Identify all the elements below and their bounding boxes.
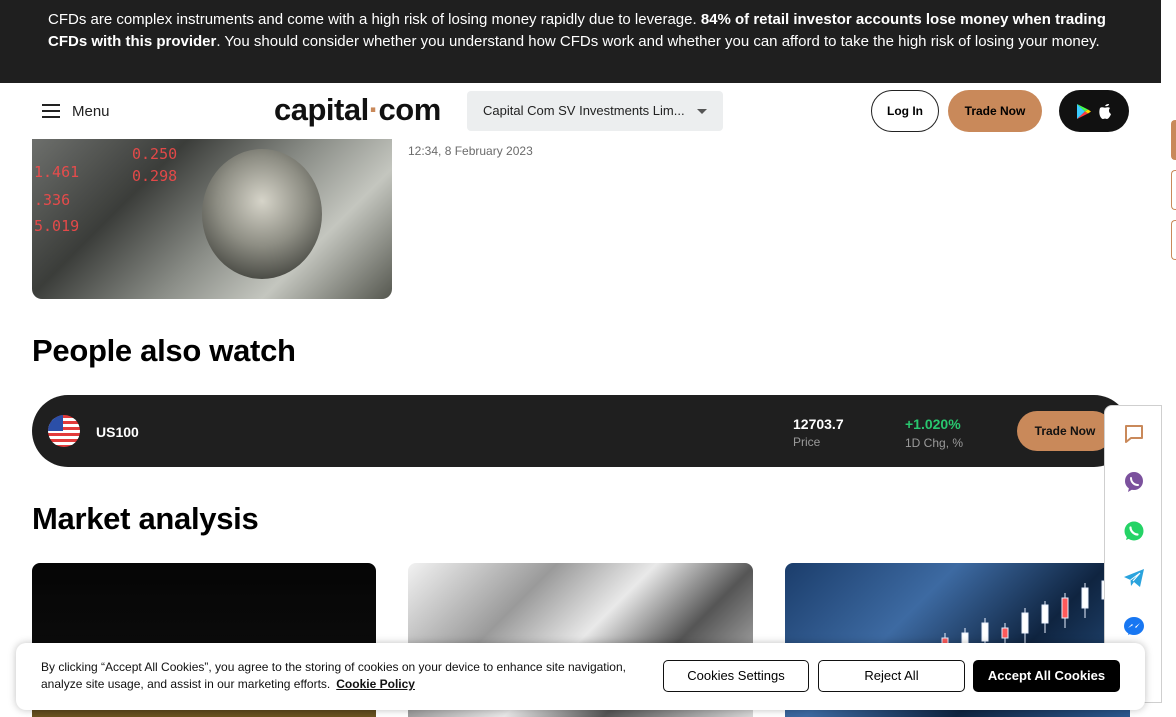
image-ticker: .336: [34, 191, 71, 209]
market-analysis-heading: Market analysis: [32, 501, 259, 536]
change-label: 1D Chg, %: [905, 436, 964, 450]
caret-down-icon: [697, 109, 707, 114]
side-tab[interactable]: [1171, 120, 1176, 160]
menu-label: Menu: [72, 102, 110, 120]
telegram-icon[interactable]: [1123, 567, 1145, 589]
image-ticker: 5.019: [34, 217, 80, 235]
cookie-text: By clicking “Accept All Cookies”, you ag…: [41, 659, 641, 693]
logo-dot: ·: [368, 92, 379, 127]
menu-button[interactable]: Menu: [42, 100, 110, 122]
cookies-settings-button[interactable]: Cookies Settings: [663, 660, 809, 692]
banknote-portrait: [202, 149, 322, 279]
cookie-policy-link[interactable]: Cookie Policy: [336, 677, 415, 691]
people-also-watch-heading: People also watch: [32, 333, 296, 368]
apple-icon: [1099, 104, 1111, 119]
instrument-price: 12703.7: [793, 416, 844, 432]
logo-right: com: [378, 92, 442, 127]
viber-icon[interactable]: [1123, 471, 1145, 493]
instrument-symbol: US100: [96, 424, 139, 440]
us-flag-icon: [48, 415, 80, 447]
logo-left: capital: [274, 92, 369, 127]
app-download-button[interactable]: [1059, 90, 1129, 132]
cookie-consent-banner: By clicking “Accept All Cookies”, you ag…: [16, 643, 1145, 710]
row-trade-now-button[interactable]: Trade Now: [1017, 411, 1113, 451]
cookie-message: By clicking “Accept All Cookies”, you ag…: [41, 660, 626, 691]
side-tab[interactable]: [1171, 170, 1176, 210]
entity-selector[interactable]: Capital Com SV Investments Lim...: [467, 91, 723, 131]
capital-com-logo[interactable]: capital·com: [274, 92, 441, 128]
messenger-icon[interactable]: [1123, 616, 1145, 638]
image-ticker: 0.298: [132, 167, 178, 185]
hamburger-icon: [42, 104, 60, 118]
chat-icon[interactable]: [1123, 423, 1145, 445]
watch-row[interactable]: US100 12703.7 Price +1.020% 1D Chg, % Tr…: [32, 395, 1130, 467]
risk-text-end: . You should consider whether you unders…: [216, 33, 1100, 50]
instrument-change: +1.020%: [905, 416, 961, 432]
image-ticker: 0.250: [132, 145, 178, 163]
accept-all-cookies-button[interactable]: Accept All Cookies: [973, 660, 1120, 692]
article-image[interactable]: 0.250 1.461 .336 5.019 0.298: [32, 139, 392, 299]
google-play-icon: [1077, 104, 1091, 119]
risk-text-start: CFDs are complex instruments and come wi…: [48, 11, 701, 28]
image-ticker: 1.461: [34, 163, 80, 181]
header-trade-now-button[interactable]: Trade Now: [948, 90, 1042, 132]
reject-all-button[interactable]: Reject All: [818, 660, 965, 692]
login-button[interactable]: Log In: [871, 90, 939, 132]
site-header: Menu capital·com Capital Com SV Investme…: [0, 83, 1161, 139]
whatsapp-icon[interactable]: [1123, 520, 1145, 542]
entity-selector-value: Capital Com SV Investments Lim...: [483, 103, 685, 118]
side-tab[interactable]: [1171, 220, 1176, 260]
risk-warning-banner: CFDs are complex instruments and come wi…: [0, 0, 1161, 83]
price-label: Price: [793, 435, 821, 449]
article-date: 12:34, 8 February 2023: [408, 144, 533, 158]
